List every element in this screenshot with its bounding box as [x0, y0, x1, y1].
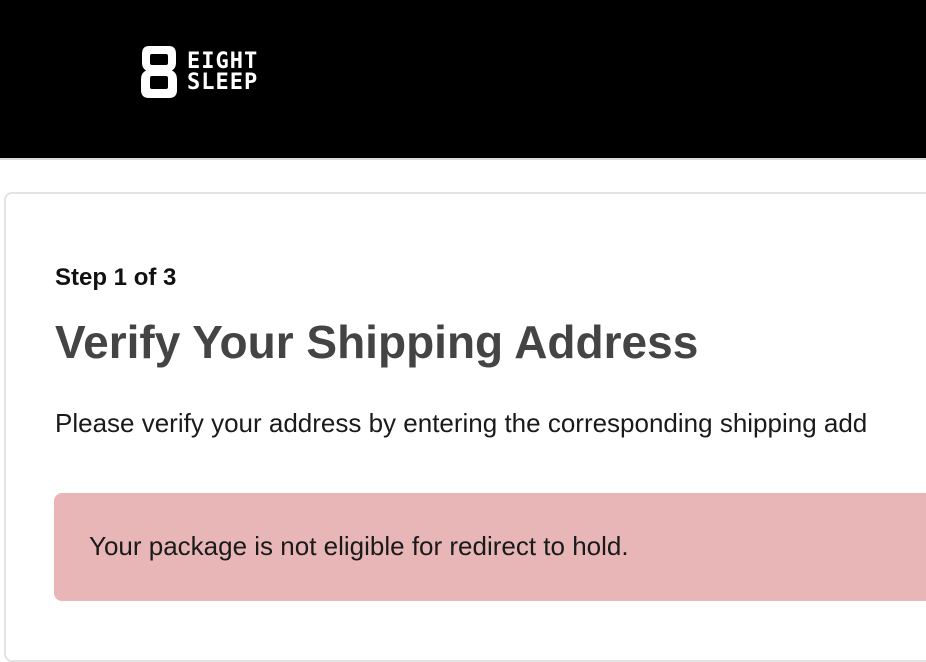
- page-title: Verify Your Shipping Address: [55, 316, 699, 368]
- eight-sleep-logo[interactable]: EIGHT SLEEP: [141, 46, 258, 98]
- logo-line-2: SLEEP: [187, 70, 259, 95]
- error-alert-message: Your package is not eligible for redirec…: [89, 531, 629, 561]
- logo-wordmark: EIGHT SLEEP: [187, 49, 259, 95]
- logo-line-1: EIGHT: [187, 49, 259, 74]
- step-indicator: Step 1 of 3: [55, 264, 177, 291]
- site-header: EIGHT SLEEP: [0, 0, 926, 160]
- eight-sleep-logo-mark-icon: [141, 46, 177, 98]
- instructions-text: Please verify your address by entering t…: [55, 408, 868, 438]
- error-alert: Your package is not eligible for redirec…: [54, 493, 926, 601]
- verification-card: Step 1 of 3 Verify Your Shipping Address…: [4, 192, 926, 662]
